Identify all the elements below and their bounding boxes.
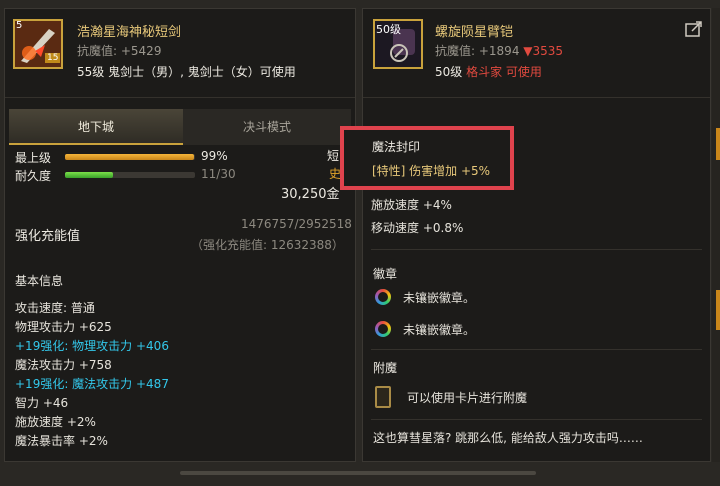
stat-line: 物理攻击力 +625 [15,320,112,334]
armor-req-class: 格斗家 可使用 [466,65,542,79]
stat-line: 攻击速度: 普通 [15,301,95,315]
max-level-percent: 99% [201,149,228,163]
resist-label: 抗魔值: [77,44,121,58]
emblem-slot-text: 未镶嵌徽章。 [403,323,476,337]
highlight-box [340,126,514,190]
durability-label: 耐久度 [15,169,52,183]
armor-resist-diff: ▼3535 [523,44,564,58]
stat-line: +19强化: 物理攻击力 +406 [15,339,169,353]
divider [371,249,702,250]
armor-req-level: 50级 [435,65,467,79]
resist-value: +5429 [120,44,162,58]
cast-speed-partial: 施放速度 +4% [371,198,452,212]
stat-line: +19强化: 魔法攻击力 +487 [15,377,169,391]
item-price: 30,250金 [281,187,340,202]
enchant-text: 可以使用卡片进行附魔 [407,391,528,405]
armor-tooltip-panel: 50级 螺旋陨星臂铠 抗魔值: +1894 ▼3535 50级 格斗家 可使用 … [362,8,711,462]
armor-header: 50级 螺旋陨星臂铠 抗魔值: +1894 ▼3535 50级 格斗家 可使用 [363,9,710,98]
enhance-total: （强化充能值: 12632388） [191,238,344,252]
max-level-bar [65,154,195,160]
move-speed: 移动速度 +0.8% [371,221,464,235]
mode-tabs: 地下城 决斗模式 [9,109,351,145]
basic-info-title: 基本信息 [15,274,64,288]
weapon-enhance-badge: 15 [45,53,61,63]
max-level-bar-fill [65,154,194,160]
stat-line: 魔法暴击率 +2% [15,434,108,448]
max-level-label: 最上级 [15,151,52,165]
share-icon[interactable] [685,21,703,37]
stat-line: 施放速度 +2% [15,415,96,429]
enhance-label: 强化充能值 [15,229,81,244]
weapon-header: 5 15 浩瀚星海神秘短剑 抗魔值: +5429 55级 鬼剑士（男）, 鬼剑士… [5,9,355,98]
emblem-slot-icon[interactable] [375,321,391,337]
enhance-progress: 1476757/2952518 [241,217,352,231]
weapon-resist: 抗魔值: +5429 [77,42,161,59]
divider [371,419,702,420]
armor-requirement: 50级 格斗家 可使用 [435,63,542,80]
emblem-slot-text: 未镶嵌徽章。 [403,291,476,305]
stat-line: 智力 +46 [15,396,69,410]
background-notch [716,290,720,330]
armor-level-badge: 50级 [376,23,401,36]
durability-bar-fill [65,172,113,178]
enchant-card-slot[interactable] [375,386,391,408]
background-side-strip [712,8,720,462]
armor-resist-value: +1894 [478,44,520,58]
horizontal-scrollbar[interactable] [180,471,536,475]
enchant-title: 附魔 [373,361,398,375]
durability-value: 11/30 [201,167,236,181]
weapon-requirement: 55级 鬼剑士（男）, 鬼剑士（女）可使用 [77,65,296,79]
background-notch [716,128,720,160]
weapon-tooltip-panel: 5 15 浩瀚星海神秘短剑 抗魔值: +5429 55级 鬼剑士（男）, 鬼剑士… [4,8,356,462]
weapon-level-badge: 5 [16,20,23,31]
emblem-slot-icon[interactable] [375,289,391,305]
weapon-name: 浩瀚星海神秘短剑 [77,25,182,40]
item-type-partial: 短 [327,149,340,163]
divider [371,349,702,350]
emblem-title: 徽章 [373,267,398,281]
armor-name: 螺旋陨星臂铠 [435,25,514,40]
durability-bar [65,172,195,178]
stat-line: 魔法攻击力 +758 [15,358,112,372]
armor-resist: 抗魔值: +1894 ▼3535 [435,42,563,59]
armor-resist-label: 抗魔值: [435,44,479,58]
tab-dungeon[interactable]: 地下城 [9,109,183,145]
flavor-text: 这也算彗星落? 跳那么低, 能给敌人强力攻击吗…… [373,431,643,445]
tab-duel[interactable]: 决斗模式 [183,109,351,145]
